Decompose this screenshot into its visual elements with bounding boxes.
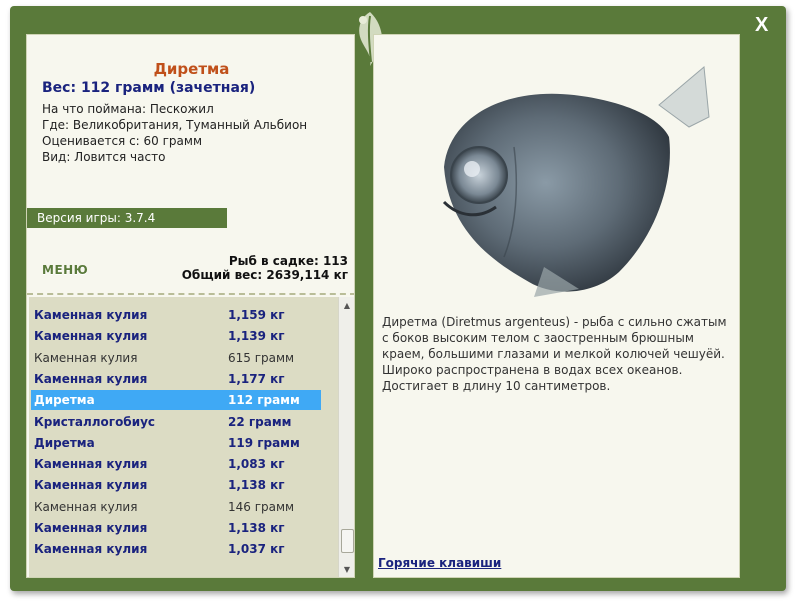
list-item-name: Каменная кулия [34,350,138,365]
list-item[interactable]: Кристаллогобиус 22 грамм [31,412,321,432]
list-item-name: Каменная кулия [34,308,148,322]
info-location: Где: Великобритания, Туманный Альбион [42,118,308,132]
list-item-name: Каменная кулия [34,499,138,514]
scroll-down-arrow-icon[interactable]: ▼ [339,563,354,577]
list-scrollbar[interactable]: ▲ ▼ [338,297,354,577]
info-frequency: Вид: Ловится часто [42,150,166,164]
info-min-weight: Оценивается с: 60 грамм [42,134,202,148]
list-item-name: Диретма [34,393,95,408]
list-item[interactable]: Диретма 119 грамм [31,433,321,453]
catch-list[interactable]: Каменная кулия 1,159 кг Каменная кулия 1,13… [29,297,338,577]
hotkeys-link[interactable]: Горячие клавиши [378,556,501,570]
info-bait: На что поймана: Пескожил [42,102,214,116]
fish-count: Рыб в садке: 113 [228,254,348,268]
list-item-name: Каменная кулия [34,457,148,472]
fish-title: Диретма [153,60,230,78]
list-item[interactable]: Каменная кулия 1,083 кг [31,454,321,474]
fish-image [442,66,710,297]
list-item[interactable]: Каменная кулия 615 грамм [31,348,321,368]
list-item[interactable]: Диретма 112 грамм [31,390,321,411]
list-item-weight: 1,139 кг [228,329,285,344]
list-item-weight: 615 грамм [228,350,295,365]
divider [27,293,354,295]
list-item[interactable]: Каменная кулия 1,138 кг [31,518,321,538]
fish-description: Диретма (Diretmus argenteus) - рыба с си… [382,315,727,393]
list-item[interactable]: Каменная кулия 1,139 кг [31,326,321,346]
left-panel: Диретма Вес: 112 грамм (зачетная) На что… [26,34,355,578]
list-item-weight: 112 грамм [228,393,300,408]
list-item[interactable]: Каменная кулия 1,138 кг [31,475,321,495]
list-item-weight: 1,177 кг [228,371,285,386]
right-panel: Диретма (Diretmus argenteus) - рыба с си… [373,34,740,578]
list-item[interactable]: Каменная кулия 1,037 кг [31,539,321,559]
list-item-name: Каменная кулия [34,371,148,386]
list-item-name: Каменная кулия [34,521,148,535]
fish-weight: Вес: 112 грамм (зачетная) [42,80,256,96]
list-item[interactable]: Каменная кулия 1,177 кг [31,369,321,389]
list-item-weight: 119 грамм [228,435,300,450]
scroll-up-arrow-icon[interactable]: ▲ [339,299,354,313]
game-version-bar: Версия игры: 3.7.4 [27,208,227,228]
list-item-name: Каменная кулия [34,329,148,344]
list-item-weight: 146 грамм [228,499,295,514]
list-item-weight: 1,138 кг [228,521,285,535]
list-item-weight: 1,083 кг [228,457,285,472]
list-item-weight: 1,037 кг [228,542,285,557]
menu-button[interactable]: МЕНЮ [42,263,88,277]
list-item-weight: 1,138 кг [228,478,285,493]
close-button[interactable]: X [755,14,768,37]
list-item-weight: 22 грамм [228,414,292,429]
total-weight: Общий вес: 2639,114 кг [181,268,348,282]
list-item-name: Каменная кулия [34,542,148,557]
list-item-name: Диретма [34,435,95,450]
list-item[interactable]: Каменная кулия 146 грамм [31,497,321,517]
list-item-name: Кристаллогобиус [34,414,156,429]
list-item-name: Каменная кулия [34,478,148,493]
list-item[interactable]: Каменная кулия 1,159 кг [31,305,321,325]
list-item-weight: 1,159 кг [228,308,285,322]
scrollbar-thumb[interactable] [341,529,354,553]
